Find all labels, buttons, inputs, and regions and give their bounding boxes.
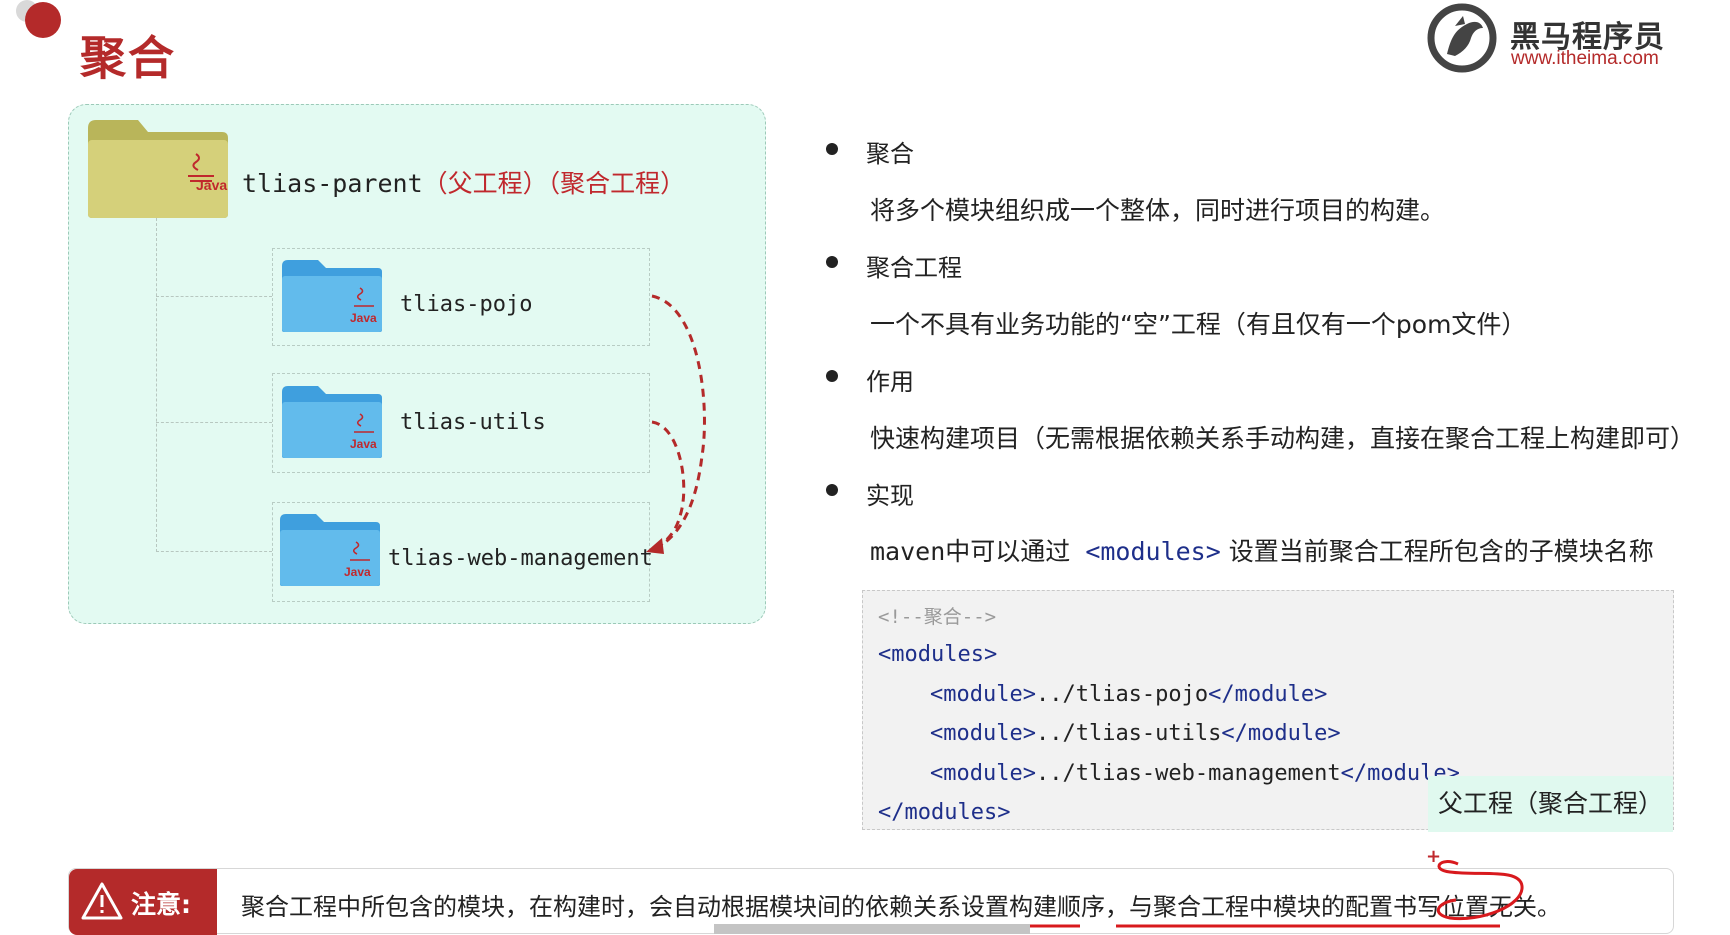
bullet-heading: 聚合 — [866, 140, 914, 168]
java-label: Java — [350, 311, 377, 325]
java-folder-icon[interactable]: Java — [278, 512, 382, 588]
bullet-dot — [826, 256, 838, 268]
bullet-dot — [826, 370, 838, 382]
bullet-body-prefix: maven中可以通过 — [870, 537, 1086, 566]
bullet-dot — [826, 484, 838, 496]
decor-dot — [25, 2, 61, 38]
java-label: Java — [196, 177, 227, 193]
parent-project-label: tlias-parent（父工程）（聚合工程） — [242, 164, 685, 200]
logo: 黑马程序员 www.itheima.com — [1425, 2, 1685, 74]
note-tag: 注意: — [69, 869, 217, 935]
parent-project-note: （父工程）（聚合工程） — [422, 169, 686, 198]
bullet-dot — [826, 143, 838, 155]
tree-branch-line — [156, 551, 272, 552]
page-title: 聚合 — [80, 31, 176, 85]
module-name: tlias-web-management — [388, 546, 653, 571]
note-label: 注意: — [131, 890, 191, 919]
bullet-heading: 聚合工程 — [866, 254, 962, 282]
overlay-annotation: 父工程（聚合工程） — [1428, 776, 1673, 832]
module-name: tlias-utils — [400, 410, 546, 435]
tree-branch-line — [156, 296, 272, 297]
module-name: tlias-pojo — [400, 292, 533, 317]
bullet-body: 将多个模块组织成一个整体，同时进行项目的构建。 — [870, 196, 1446, 225]
modules-tag: <modules> — [1085, 537, 1221, 566]
code-module-line: <module>../tlias-pojo</module> — [930, 682, 1328, 707]
java-label: Java — [344, 565, 371, 579]
bullet-body-suffix: 设置当前聚合工程所包含的子模块名称 — [1220, 537, 1654, 566]
parent-project-name: tlias-parent — [242, 169, 423, 198]
code-module-line: <module>../tlias-web-management</module> — [930, 761, 1460, 786]
bullet-body: 一个不具有业务功能的“空”工程（有且仅有一个pom文件） — [870, 310, 1527, 339]
bullet-heading: 作用 — [866, 368, 914, 396]
tree-trunk-line — [156, 218, 157, 552]
warning-icon — [81, 882, 123, 920]
horizontal-scrollbar[interactable] — [714, 924, 1030, 934]
horse-logo-icon — [1427, 3, 1497, 73]
code-modules-close: </modules> — [878, 800, 1011, 825]
code-modules-open: <modules> — [878, 642, 998, 667]
dependency-arrows — [646, 294, 706, 554]
bullet-body: 快速构建项目（无需根据依赖关系手动构建，直接在聚合工程上构建即可） — [870, 424, 1696, 453]
bullet-body: maven中可以通过 <modules> 设置当前聚合工程所包含的子模块名称 — [870, 532, 1654, 568]
tree-branch-line — [156, 422, 272, 423]
java-folder-icon[interactable]: Java — [280, 258, 384, 334]
handwritten-annotation — [798, 860, 1524, 928]
bullet-heading: 实现 — [866, 482, 914, 510]
code-comment: <!--聚合--> — [878, 606, 997, 628]
logo-url: www.itheima.com — [1511, 48, 1659, 69]
java-folder-icon[interactable]: Java — [86, 118, 230, 220]
code-module-line: <module>../tlias-utils</module> — [930, 721, 1341, 746]
java-label: Java — [350, 437, 377, 451]
java-folder-icon[interactable]: Java — [280, 384, 384, 460]
